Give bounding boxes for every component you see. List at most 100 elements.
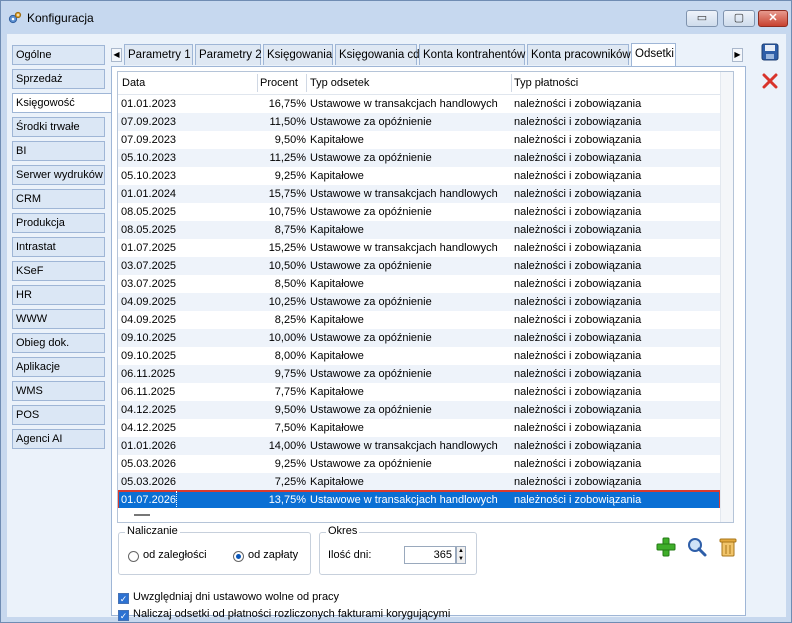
cell-data: 04.09.2025 [121, 314, 177, 326]
column-header-typ-odsetek[interactable]: Typ odsetek [310, 77, 369, 89]
nav-item[interactable]: Sprzedaż [12, 69, 105, 89]
tab-scroll-right-icon[interactable]: ▶ [732, 48, 743, 62]
cell-procent: 8,50% [274, 278, 306, 290]
nav-item[interactable]: CRM [12, 189, 105, 209]
nav-item[interactable]: Intrastat [12, 237, 105, 257]
nav-item[interactable]: Środki trwałe [12, 117, 105, 137]
table-row[interactable]: 09.10.2025 10,00% Ustawowe za opóźnienie na… [118, 329, 720, 347]
cell-typ-odsetek: Ustawowe za opóźnienie [310, 152, 432, 164]
korygujace-checkbox[interactable]: ✓ [118, 610, 129, 621]
table-row[interactable]: 04.12.2025 9,50% Ustawowe za opóźnienie nal… [118, 401, 720, 419]
table-row[interactable]: 08.05.2025 8,75% Kapitałowe należności i zo… [118, 221, 720, 239]
nav-item[interactable]: Obieg dok. [12, 333, 105, 353]
cell-procent: 15,75% [268, 188, 306, 200]
nav-item[interactable]: BI [12, 141, 105, 161]
cell-data: 05.03.2026 [121, 476, 177, 488]
cell-procent: 11,50% [269, 116, 307, 128]
maximize-button[interactable]: ▢ [723, 10, 755, 27]
vertical-scrollbar[interactable] [720, 72, 733, 522]
ilosc-dni-spinner[interactable]: ▲ ▼ [456, 546, 466, 564]
save-button[interactable] [759, 41, 781, 63]
scroll-grip[interactable] [134, 514, 150, 516]
cell-procent: 8,00% [274, 350, 306, 362]
tab[interactable]: Księgowania cd [335, 44, 420, 65]
table-row[interactable]: 05.03.2026 7,25% Kapitałowe należności i zo… [118, 473, 720, 491]
cell-typ-odsetek: Kapitałowe [310, 422, 364, 434]
table-row[interactable]: 04.09.2025 8,25% Kapitałowe należności i zo… [118, 311, 720, 329]
korygujace-label[interactable]: Naliczaj odsetki od płatności rozliczony… [133, 608, 450, 620]
table-row[interactable]: 03.07.2025 10,50% Ustawowe za opóźnienie na… [118, 257, 720, 275]
od-zaleglosci-radio[interactable] [128, 551, 139, 562]
cell-typ-odsetek: Ustawowe za opóźnienie [310, 458, 432, 470]
nav-item[interactable]: HR [12, 285, 105, 305]
horizontal-scrollbar[interactable] [118, 508, 720, 521]
title-bar: Konfiguracja ▭ ▢ ✕ [1, 1, 791, 33]
tab[interactable]: Konta kontrahentów [419, 44, 525, 65]
ilosc-dni-label: Ilość dni: [328, 549, 372, 561]
table-row[interactable]: 03.07.2025 8,50% Kapitałowe należności i zo… [118, 275, 720, 293]
nav-item[interactable]: KSeF [12, 261, 105, 281]
table-row[interactable]: 06.11.2025 7,75% Kapitałowe należności i zo… [118, 383, 720, 401]
table-row[interactable]: 05.03.2026 9,25% Ustawowe za opóźnienie nal… [118, 455, 720, 473]
tab[interactable]: Księgowania [263, 44, 333, 65]
cell-typ-odsetek: Kapitałowe [310, 170, 364, 182]
add-rate-button[interactable] [655, 536, 677, 558]
nav-item[interactable]: Serwer wydruków [12, 165, 105, 185]
table-row[interactable]: 01.01.2026 14,00% Ustawowe w transakcjach … [118, 437, 720, 455]
column-header-procent[interactable]: Procent [260, 77, 298, 89]
selected-table-row[interactable]: 01.07.2026 13,75% Ustawowe w transakcjach … [118, 490, 721, 510]
table-row[interactable]: 07.09.2023 11,50% Ustawowe za opóźnienie na… [118, 113, 720, 131]
od-zaplaty-label[interactable]: od zapłaty [248, 549, 298, 561]
cell-procent: 10,00% [268, 332, 306, 344]
table-row[interactable]: 08.05.2025 10,75% Ustawowe za opóźnienie na… [118, 203, 720, 221]
search-rate-button[interactable] [686, 536, 708, 558]
tab[interactable]: Parametry 2 [195, 44, 262, 65]
cell-typ-platnosci: należności i zobowiązania [514, 386, 642, 398]
nav-item[interactable]: WWW [12, 309, 105, 329]
cell-data: 06.11.2025 [121, 368, 176, 380]
table-row[interactable]: 09.10.2025 8,00% Kapitałowe należności i zo… [118, 347, 720, 365]
interest-table[interactable]: Data Procent Typ odsetek Typ płatności 0… [117, 71, 734, 523]
tab-scroll-left-icon[interactable]: ◀ [111, 48, 122, 62]
close-window-button[interactable]: ✕ [758, 10, 788, 27]
tab[interactable]: Konta pracowników [527, 44, 631, 65]
okres-group: Okres Ilość dni: 365 ▲ ▼ [319, 525, 477, 575]
column-header-typ-platnosci[interactable]: Typ płatności [514, 77, 578, 89]
cell-procent: 8,25% [274, 314, 306, 326]
table-row[interactable]: 04.09.2025 10,25% Ustawowe za opóźnienie na… [118, 293, 720, 311]
table-row[interactable]: 06.11.2025 9,75% Ustawowe za opóźnienie nal… [118, 365, 720, 383]
cell-procent: 14,00% [268, 440, 306, 452]
minimize-button[interactable]: ▭ [686, 10, 718, 27]
cell-procent: 11,25% [269, 152, 307, 164]
nav-item[interactable]: Księgowość [12, 93, 112, 113]
od-zaplaty-radio[interactable] [233, 551, 244, 562]
cell-procent: 9,50% [274, 134, 306, 146]
cell-typ-platnosci: należności i zobowiązania [514, 188, 642, 200]
dni-wolne-label[interactable]: Uwzględniaj dni ustawowo wolne od pracy [133, 591, 339, 603]
cancel-button[interactable] [759, 70, 781, 92]
table-row[interactable]: 04.12.2025 7,50% Kapitałowe należności i zo… [118, 419, 720, 437]
table-row[interactable]: 01.01.2023 16,75% Ustawowe w transakcjach … [118, 95, 720, 113]
tab[interactable]: Parametry 1 [124, 44, 193, 65]
cell-procent: 10,25% [268, 296, 306, 308]
ilosc-dni-input[interactable]: 365 [404, 546, 456, 564]
delete-rate-button[interactable] [717, 536, 739, 558]
nav-item[interactable]: POS [12, 405, 105, 425]
nav-item[interactable]: WMS [12, 381, 105, 401]
tab[interactable]: Odsetki [631, 43, 676, 66]
nav-item[interactable]: Produkcja [12, 213, 105, 233]
table-row[interactable]: 01.01.2024 15,75% Ustawowe w transakcjach … [118, 185, 720, 203]
table-row[interactable]: 07.09.2023 9,50% Kapitałowe należności i zo… [118, 131, 720, 149]
cell-typ-platnosci: należności i zobowiązania [514, 350, 642, 362]
cell-data: 05.10.2023 [121, 170, 177, 182]
table-row[interactable]: 05.10.2023 9,25% Kapitałowe należności i zo… [118, 167, 720, 185]
nav-item[interactable]: Ogólne [12, 45, 105, 65]
od-zaleglosci-label[interactable]: od zaległości [143, 549, 207, 561]
nav-item[interactable]: Aplikacje [12, 357, 105, 377]
cell-typ-platnosci: należności i zobowiązania [514, 260, 642, 272]
column-header-data[interactable]: Data [122, 77, 145, 89]
dni-wolne-checkbox[interactable]: ✓ [118, 593, 129, 604]
table-row[interactable]: 05.10.2023 11,25% Ustawowe za opóźnienie na… [118, 149, 720, 167]
table-row[interactable]: 01.07.2025 15,25% Ustawowe w transakcjach … [118, 239, 720, 257]
nav-item[interactable]: Agenci AI [12, 429, 105, 449]
